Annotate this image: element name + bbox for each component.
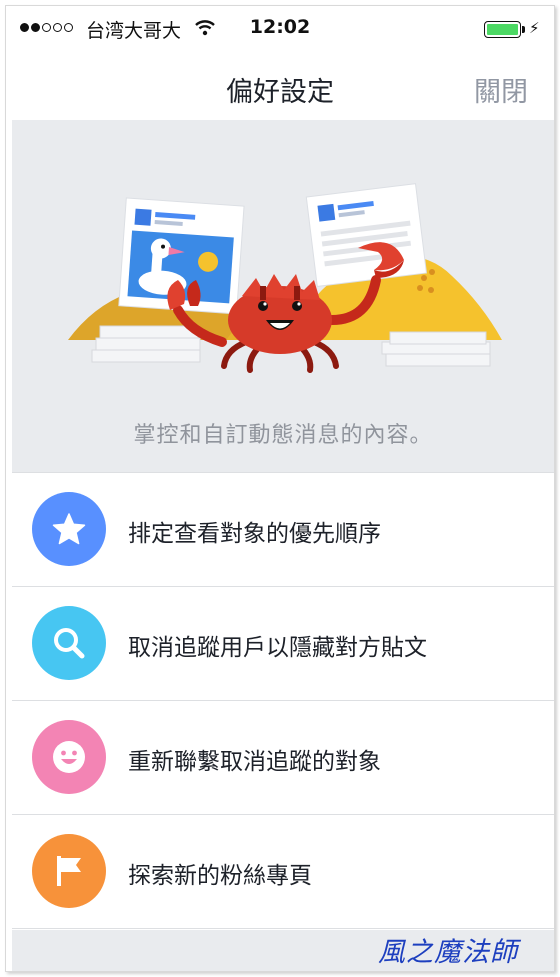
- close-button[interactable]: 關閉: [474, 70, 528, 109]
- hero-caption: 掌控和自訂動態消息的內容。: [133, 423, 433, 448]
- list-item-prioritize[interactable]: 排定查看對象的優先順序: [12, 472, 554, 587]
- star-icon: [52, 513, 86, 545]
- watermark: 風之魔法師: [378, 937, 518, 968]
- star-icon-badge: [32, 492, 106, 566]
- list-item-label: 排定查看對象的優先順序: [128, 521, 381, 547]
- footer-strip: 風之魔法師: [12, 930, 554, 971]
- preferences-list: 排定查看對象的優先順序 取消追蹤用戶以隱藏對方貼文 重新聯繫取消追蹤的對象 探索…: [12, 472, 554, 929]
- page-title: 偏好設定: [226, 77, 334, 108]
- battery-tip: [522, 26, 525, 33]
- smiley-icon-badge: [32, 720, 106, 794]
- smiley-icon: [53, 741, 85, 773]
- list-item-discover-pages[interactable]: 探索新的粉絲專頁: [12, 815, 554, 929]
- charging-icon: ⚡: [529, 19, 540, 37]
- list-item-label: 探索新的粉絲專頁: [128, 863, 312, 889]
- list-item-reconnect[interactable]: 重新聯繫取消追蹤的對象: [12, 701, 554, 815]
- status-time: 12:02: [249, 16, 311, 38]
- flag-icon: [57, 856, 81, 886]
- battery-icon: [484, 21, 521, 38]
- search-icon: [54, 628, 85, 659]
- crab-illustration: [68, 183, 502, 373]
- hero-banner: 掌控和自訂動態消息的內容。: [12, 120, 554, 472]
- status-bar: 台湾大哥大 12:02 ⚡: [6, 6, 554, 50]
- search-icon-badge: [32, 606, 106, 680]
- phone-screen: 台湾大哥大 12:02 ⚡ 偏好設定 關閉 掌控和自訂動態消息的內容。 排定查看…: [5, 5, 555, 972]
- list-item-unfollow[interactable]: 取消追蹤用戶以隱藏對方貼文: [12, 587, 554, 701]
- flag-icon-badge: [32, 834, 106, 908]
- list-item-label: 取消追蹤用戶以隱藏對方貼文: [128, 635, 427, 661]
- list-item-label: 重新聯繫取消追蹤的對象: [128, 749, 381, 775]
